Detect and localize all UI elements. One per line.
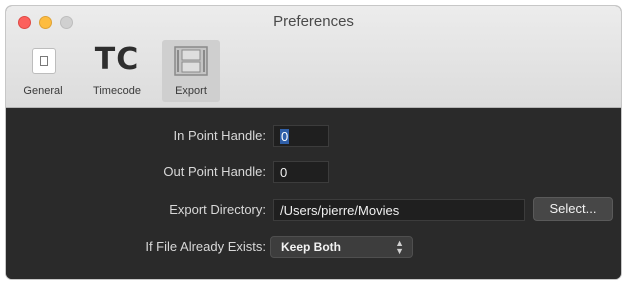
select-directory-button[interactable]: Select... [533,197,613,221]
file-exists-label: If File Already Exists: [145,239,266,254]
toolbar-tab-label: General [23,85,63,97]
timecode-icon: TC [94,42,140,77]
file-exists-popup[interactable]: Keep Both ▲ ▼ [270,236,413,258]
in-point-handle-label: In Point Handle: [173,128,266,143]
general-icon [32,48,56,74]
export-directory-label: Export Directory: [169,202,266,217]
out-point-handle-label: Out Point Handle: [163,164,266,179]
in-point-handle-field[interactable]: 0 [273,125,329,147]
file-exists-value: Keep Both [281,240,341,254]
out-point-handle-field[interactable]: 0 [273,161,329,183]
window-title: Preferences [273,13,354,30]
up-down-chevron-icon: ▲ ▼ [395,238,404,256]
title-bar: Preferences General TC Timecode Export [6,6,621,108]
export-settings-panel: In Point Handle: 0 Out Point Handle: 0 E… [6,108,621,279]
export-directory-value: /Users/pierre/Movies [280,203,400,218]
film-icon [174,46,208,76]
toolbar-tab-label: Export [175,85,207,97]
toolbar-tab-label: Timecode [93,85,141,97]
toolbar-tab-timecode[interactable]: TC Timecode [76,40,158,102]
toolbar-tab-general[interactable]: General [14,40,72,102]
in-point-handle-value: 0 [280,129,290,144]
out-point-handle-value: 0 [280,165,288,180]
toolbar-tab-export[interactable]: Export [162,40,220,102]
export-directory-field[interactable]: /Users/pierre/Movies [273,199,525,221]
preferences-window: Preferences General TC Timecode Export I… [6,6,621,279]
